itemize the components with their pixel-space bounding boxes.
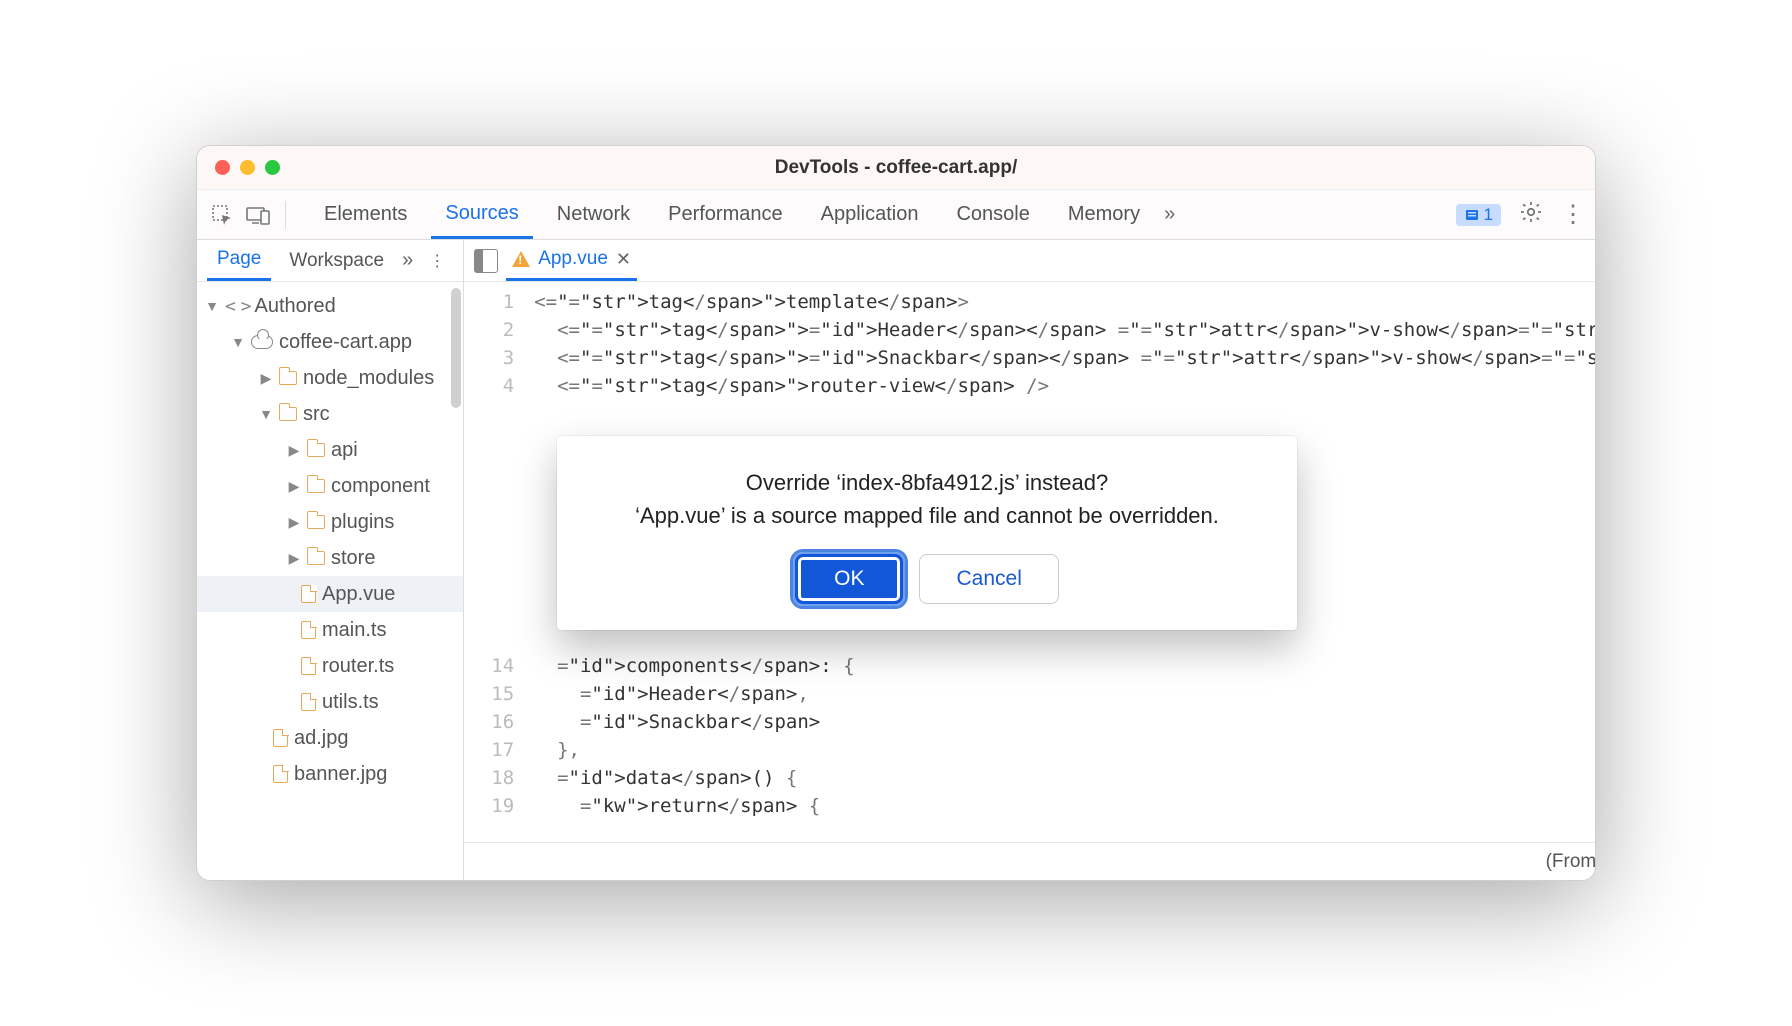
tree-label: main.ts bbox=[322, 619, 386, 642]
tree-file-app-vue[interactable]: App.vue bbox=[197, 576, 463, 612]
tree-label: coffee-cart.app bbox=[279, 331, 412, 354]
navigator-tabs-overflow-icon[interactable]: » bbox=[402, 249, 413, 272]
scrollbar-thumb[interactable] bbox=[451, 288, 461, 408]
tab-performance[interactable]: Performance bbox=[654, 190, 797, 239]
tree-label: api bbox=[331, 439, 358, 462]
inspect-element-icon[interactable] bbox=[207, 200, 237, 230]
settings-icon[interactable] bbox=[1519, 200, 1543, 229]
file-icon bbox=[273, 765, 288, 783]
kebab-menu-icon[interactable]: ⋮ bbox=[1561, 209, 1585, 221]
tree-label: router.ts bbox=[322, 655, 394, 678]
line-gutter: 1234 141516171819 bbox=[464, 288, 534, 842]
tree-file-main-ts[interactable]: main.ts bbox=[197, 612, 463, 648]
tree-folder-api[interactable]: ▶ api bbox=[197, 432, 463, 468]
tree-label: App.vue bbox=[322, 583, 395, 606]
cloud-icon bbox=[251, 335, 273, 349]
tab-memory[interactable]: Memory bbox=[1054, 190, 1154, 239]
code-area[interactable]: 1234 141516171819 <="="str">tag</span>">… bbox=[464, 282, 1596, 842]
device-toolbar-icon[interactable] bbox=[243, 200, 273, 230]
file-icon bbox=[301, 657, 316, 675]
tree-label: src bbox=[303, 403, 330, 426]
tab-application[interactable]: Application bbox=[807, 190, 933, 239]
tree-label: store bbox=[331, 547, 375, 570]
tree-folder-plugins[interactable]: ▶ plugins bbox=[197, 504, 463, 540]
code-content[interactable]: <="="str">tag</span>">template</span>> <… bbox=[534, 288, 1596, 842]
warning-icon bbox=[512, 251, 530, 267]
tree-label: Authored bbox=[255, 295, 336, 318]
navigator-tabs: Page Workspace » ⋮ bbox=[197, 240, 463, 282]
editor-file-tab[interactable]: App.vue ✕ bbox=[506, 240, 637, 281]
tree-file-banner-jpg[interactable]: banner.jpg bbox=[197, 756, 463, 792]
tree-label: utils.ts bbox=[322, 691, 379, 714]
issues-count: 1 bbox=[1484, 205, 1493, 225]
devtools-window: DevTools - coffee-cart.app/ Elements Sou… bbox=[196, 145, 1596, 881]
toggle-navigator-icon[interactable] bbox=[474, 249, 498, 273]
tree-file-router-ts[interactable]: router.ts bbox=[197, 648, 463, 684]
navigator-tab-page[interactable]: Page bbox=[207, 240, 271, 281]
navigator-tab-workspace[interactable]: Workspace bbox=[279, 240, 394, 281]
folder-icon bbox=[307, 443, 325, 457]
panel-tabs: Elements Sources Network Performance App… bbox=[310, 190, 1175, 239]
tree-folder-store[interactable]: ▶ store bbox=[197, 540, 463, 576]
divider bbox=[285, 201, 286, 229]
file-tree: ▼< > Authored ▼ coffee-cart.app ▶ node_m… bbox=[197, 282, 463, 880]
tree-label: banner.jpg bbox=[294, 763, 387, 786]
tree-label: plugins bbox=[331, 511, 394, 534]
sourcemap-origin: (From index-8bfa4912.js) bbox=[1546, 851, 1596, 873]
file-icon bbox=[301, 693, 316, 711]
tree-root-authored[interactable]: ▼< > Authored bbox=[197, 288, 463, 324]
tree-label: node_modules bbox=[303, 367, 434, 390]
main-toolbar: Elements Sources Network Performance App… bbox=[197, 190, 1595, 240]
file-icon bbox=[273, 729, 288, 747]
tree-folder-node-modules[interactable]: ▶ node_modules bbox=[197, 360, 463, 396]
tree-label: ad.jpg bbox=[294, 727, 349, 750]
tree-domain[interactable]: ▼ coffee-cart.app bbox=[197, 324, 463, 360]
navigator-more-icon[interactable]: ⋮ bbox=[421, 251, 453, 271]
tree-folder-src[interactable]: ▼ src bbox=[197, 396, 463, 432]
file-icon bbox=[301, 585, 316, 603]
issues-badge[interactable]: 1 bbox=[1456, 204, 1501, 226]
folder-icon bbox=[279, 371, 297, 385]
file-icon bbox=[301, 621, 316, 639]
navigator-sidebar: Page Workspace » ⋮ ▼< > Authored ▼ coffe… bbox=[197, 240, 464, 880]
titlebar: DevTools - coffee-cart.app/ bbox=[197, 146, 1595, 190]
tab-elements[interactable]: Elements bbox=[310, 190, 421, 239]
file-tab-label: App.vue bbox=[538, 248, 608, 270]
folder-icon bbox=[307, 479, 325, 493]
tree-folder-component[interactable]: ▶ component bbox=[197, 468, 463, 504]
tab-network[interactable]: Network bbox=[543, 190, 644, 239]
editor-tabbar: App.vue ✕ bbox=[464, 240, 1596, 282]
window-title: DevTools - coffee-cart.app/ bbox=[197, 157, 1595, 179]
tree-file-utils-ts[interactable]: utils.ts bbox=[197, 684, 463, 720]
tree-file-ad-jpg[interactable]: ad.jpg bbox=[197, 720, 463, 756]
editor-statusbar: (From index-8bfa4912.js) Coverage: n/a bbox=[464, 842, 1596, 880]
tab-console[interactable]: Console bbox=[942, 190, 1043, 239]
tree-label: component bbox=[331, 475, 430, 498]
code-editor: App.vue ✕ 1234 141516171819 <="="str">ta… bbox=[464, 240, 1596, 880]
tab-sources[interactable]: Sources bbox=[431, 190, 532, 239]
folder-icon bbox=[307, 515, 325, 529]
folder-icon bbox=[279, 407, 297, 421]
brackets-icon: < > bbox=[225, 296, 249, 317]
folder-icon bbox=[307, 551, 325, 565]
tabs-overflow-icon[interactable]: » bbox=[1164, 203, 1175, 226]
close-tab-icon[interactable]: ✕ bbox=[616, 249, 631, 270]
